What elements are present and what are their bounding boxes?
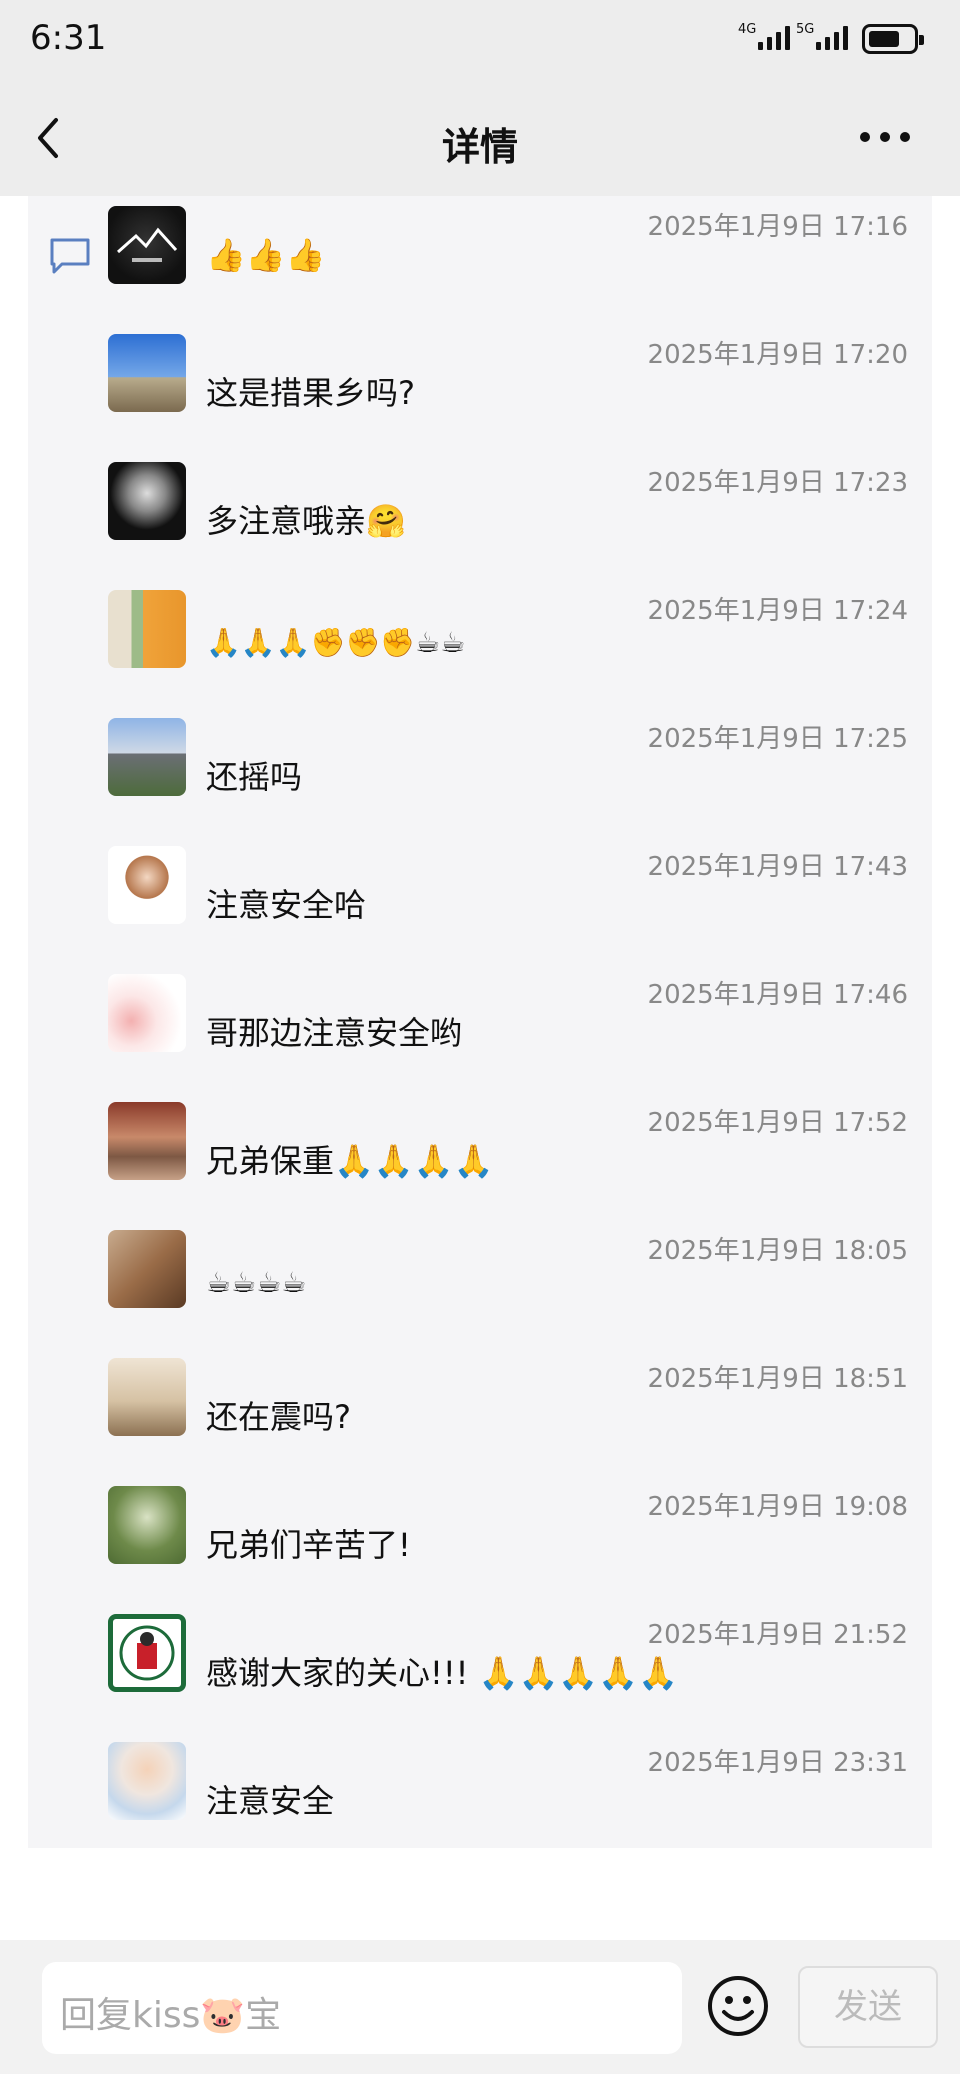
avatar[interactable] — [108, 334, 186, 412]
signal-icon — [816, 26, 848, 50]
reply-bar: 回复kiss🐷宝 发送 — [0, 1940, 960, 2074]
comment-item[interactable]: 2025年1月9日 21:52 感谢大家的关心!!! 🙏🙏🙏🙏🙏 — [108, 1604, 908, 1724]
comment-text: ☕☕☕☕ — [206, 1266, 307, 1299]
comment-item[interactable]: 2025年1月9日 17:23 多注意哦亲🤗 — [108, 452, 908, 572]
nav-bar: 详情 — [0, 80, 960, 196]
comment-timestamp: 2025年1月9日 17:52 — [647, 1108, 908, 1138]
more-dot-icon — [860, 132, 870, 142]
comment-item[interactable]: 2025年1月9日 17:52 兄弟保重🙏🙏🙏🙏 — [108, 1092, 908, 1212]
comment-text: 注意安全哈 — [206, 886, 367, 924]
comment-timestamp: 2025年1月9日 17:46 — [647, 980, 908, 1010]
network-5g-label: 5G — [796, 22, 815, 37]
comment-timestamp: 2025年1月9日 19:08 — [647, 1492, 908, 1522]
comment-item[interactable]: 2025年1月9日 17:46 哥那边注意安全哟 — [108, 964, 908, 1084]
comment-timestamp: 2025年1月9日 23:31 — [647, 1748, 908, 1778]
comment-text: 🙏🙏🙏✊✊✊☕☕ — [206, 626, 466, 659]
comment-text: 多注意哦亲🤗 — [206, 502, 406, 540]
signal-icon — [758, 26, 790, 50]
avatar[interactable] — [108, 974, 186, 1052]
comment-item[interactable]: 2025年1月9日 17:43 注意安全哈 — [108, 836, 908, 956]
comment-item[interactable]: 2025年1月9日 19:08 兄弟们辛苦了! — [108, 1476, 908, 1596]
more-button[interactable] — [860, 132, 920, 146]
avatar[interactable] — [108, 590, 186, 668]
comment-item[interactable]: 2025年1月9日 23:31 注意安全 — [108, 1732, 908, 1852]
comment-item[interactable]: 2025年1月9日 17:25 还摇吗 — [108, 708, 908, 828]
comment-item[interactable]: 2025年1月9日 17:16 👍👍👍 — [108, 196, 908, 316]
comment-timestamp: 2025年1月9日 17:20 — [647, 340, 908, 370]
more-dot-icon — [900, 132, 910, 142]
comment-text: 👍👍👍 — [206, 236, 326, 274]
comment-text: 感谢大家的关心!!! 🙏🙏🙏🙏🙏 — [206, 1654, 678, 1692]
avatar[interactable] — [108, 1486, 186, 1564]
comment-timestamp: 2025年1月9日 17:23 — [647, 468, 908, 498]
comment-timestamp: 2025年1月9日 21:52 — [647, 1620, 908, 1650]
avatar[interactable] — [108, 1614, 186, 1692]
comment-text: 兄弟保重🙏🙏🙏🙏 — [206, 1142, 494, 1180]
comment-icon — [50, 238, 90, 274]
comment-timestamp: 2025年1月9日 17:25 — [647, 724, 908, 754]
avatar[interactable] — [108, 1230, 186, 1308]
avatar[interactable] — [108, 1102, 186, 1180]
avatar[interactable] — [108, 462, 186, 540]
comment-text: 还在震吗? — [206, 1398, 351, 1436]
comment-item[interactable]: 2025年1月9日 17:20 这是措果乡吗? — [108, 324, 908, 444]
comment-timestamp: 2025年1月9日 17:43 — [647, 852, 908, 882]
comment-text: 注意安全 — [206, 1782, 335, 1820]
comment-text: 还摇吗 — [206, 758, 303, 796]
comment-text: 哥那边注意安全哟 — [206, 1014, 463, 1052]
comment-item[interactable]: 2025年1月9日 18:05 ☕☕☕☕ — [108, 1220, 908, 1340]
status-bar: 6:31 4G 5G — [0, 0, 960, 80]
comment-item[interactable]: 2025年1月9日 18:51 还在震吗? — [108, 1348, 908, 1468]
battery-icon — [862, 24, 924, 54]
avatar[interactable] — [108, 846, 186, 924]
comment-item[interactable]: 2025年1月9日 17:24 🙏🙏🙏✊✊✊☕☕ — [108, 580, 908, 700]
comment-timestamp: 2025年1月9日 18:51 — [647, 1364, 908, 1394]
avatar[interactable] — [108, 718, 186, 796]
reply-input[interactable]: 回复kiss🐷宝 — [42, 1962, 682, 2054]
avatar[interactable] — [108, 1358, 186, 1436]
send-button[interactable]: 发送 — [798, 1966, 938, 2048]
comment-timestamp: 2025年1月9日 17:24 — [647, 596, 908, 626]
network-4g-label: 4G — [738, 22, 757, 37]
status-time: 6:31 — [30, 18, 107, 58]
avatar[interactable] — [108, 206, 186, 284]
comment-list: 2025年1月9日 17:16 👍👍👍 2025年1月9日 17:20 这是措果… — [28, 196, 932, 1848]
more-dot-icon — [880, 132, 890, 142]
comment-text: 兄弟们辛苦了! — [206, 1526, 411, 1564]
avatar[interactable] — [108, 1742, 186, 1820]
page-title: 详情 — [441, 125, 518, 169]
comment-timestamp: 2025年1月9日 17:16 — [647, 212, 908, 242]
comment-text: 这是措果乡吗? — [206, 374, 415, 412]
comment-timestamp: 2025年1月9日 18:05 — [647, 1236, 908, 1266]
reply-placeholder: 回复kiss🐷宝 — [60, 1995, 282, 2036]
emoji-button[interactable] — [706, 1974, 770, 2038]
